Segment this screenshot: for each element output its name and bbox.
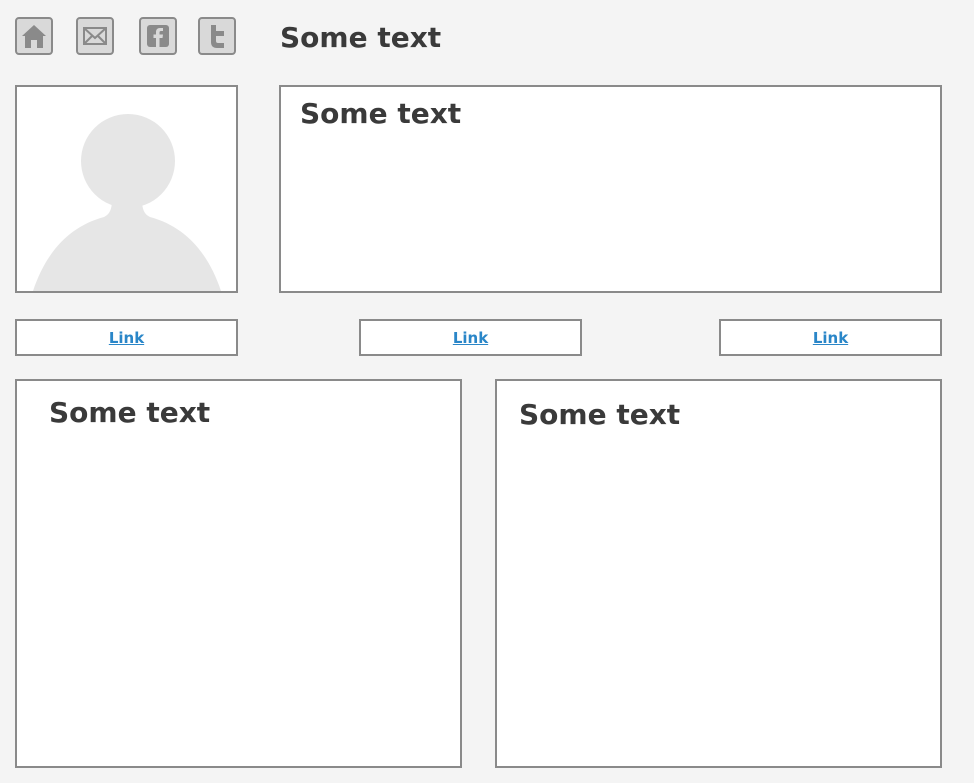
link-box-3: Link xyxy=(719,319,942,356)
link-box-1: Link xyxy=(15,319,238,356)
mail-icon xyxy=(83,27,107,45)
link-3[interactable]: Link xyxy=(813,329,848,347)
facebook-button[interactable] xyxy=(139,17,177,55)
link-1[interactable]: Link xyxy=(109,329,144,347)
bottom-panel-left-title: Some text xyxy=(49,396,211,429)
twitter-button[interactable] xyxy=(198,17,236,55)
intro-panel: Some text xyxy=(279,85,942,293)
bottom-panel-left: Some text xyxy=(15,379,462,768)
intro-panel-title: Some text xyxy=(300,97,462,130)
facebook-icon xyxy=(147,25,169,47)
home-button[interactable] xyxy=(15,17,53,55)
bottom-panel-right-title: Some text xyxy=(519,398,681,431)
page-title: Some text xyxy=(280,21,442,54)
link-2[interactable]: Link xyxy=(453,329,488,347)
link-box-2: Link xyxy=(359,319,582,356)
home-icon xyxy=(22,25,46,48)
bottom-panel-right: Some text xyxy=(495,379,942,768)
twitter-icon xyxy=(211,25,224,48)
mail-button[interactable] xyxy=(76,17,114,55)
user-silhouette-icon xyxy=(33,114,221,291)
profile-avatar xyxy=(15,85,238,293)
